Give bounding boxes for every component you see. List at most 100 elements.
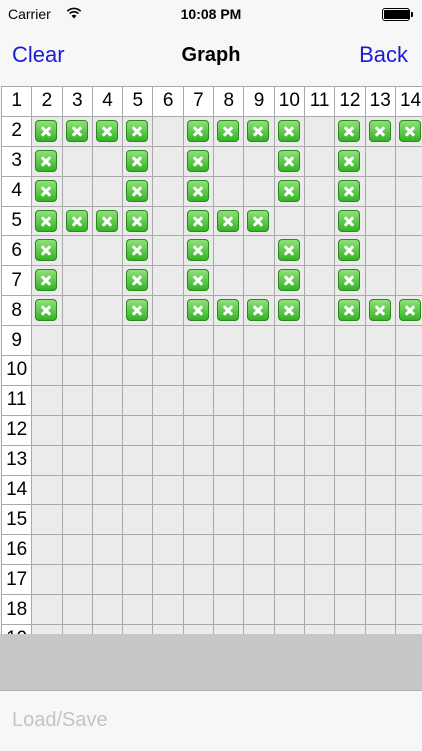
grid-cell[interactable]	[214, 535, 244, 565]
grid-cell[interactable]	[62, 475, 92, 505]
grid-cell[interactable]	[365, 475, 395, 505]
grid-cell[interactable]	[32, 176, 62, 206]
grid-cell[interactable]	[183, 415, 214, 445]
grid-cell[interactable]	[92, 415, 123, 445]
grid-cell[interactable]	[395, 505, 422, 535]
grid-cell[interactable]	[123, 206, 153, 236]
grid-cell[interactable]	[92, 385, 123, 415]
grid-cell[interactable]	[335, 475, 365, 505]
grid-cell[interactable]	[92, 176, 123, 206]
grid-cell[interactable]	[244, 296, 274, 326]
grid-cell[interactable]	[365, 266, 395, 296]
grid-cell[interactable]	[395, 176, 422, 206]
grid-cell[interactable]	[153, 146, 183, 176]
grid-cell[interactable]	[214, 326, 244, 356]
grid-cell[interactable]	[365, 176, 395, 206]
grid-cell[interactable]	[335, 565, 365, 595]
grid-cell[interactable]	[123, 266, 153, 296]
grid-cell[interactable]	[335, 266, 365, 296]
grid-cell[interactable]	[304, 595, 335, 625]
grid-cell[interactable]	[123, 356, 153, 385]
grid-cell[interactable]	[62, 356, 92, 385]
grid-cell[interactable]	[304, 206, 335, 236]
grid-cell[interactable]	[123, 535, 153, 565]
grid-cell[interactable]	[335, 296, 365, 326]
grid-cell[interactable]	[123, 236, 153, 266]
grid-cell[interactable]	[274, 385, 304, 415]
grid-cell[interactable]	[244, 415, 274, 445]
grid-cell[interactable]	[335, 176, 365, 206]
grid-cell[interactable]	[62, 385, 92, 415]
grid-cell[interactable]	[62, 505, 92, 535]
grid-cell[interactable]	[365, 356, 395, 385]
grid-cell[interactable]	[214, 385, 244, 415]
grid-cell[interactable]	[395, 415, 422, 445]
grid-cell[interactable]	[395, 266, 422, 296]
grid-cell[interactable]	[92, 116, 123, 146]
grid-cell[interactable]	[214, 445, 244, 475]
grid-cell[interactable]	[32, 116, 62, 146]
grid-cell[interactable]	[214, 565, 244, 595]
grid-cell[interactable]	[365, 116, 395, 146]
grid-cell[interactable]	[32, 146, 62, 176]
grid-cell[interactable]	[214, 296, 244, 326]
load-save-button[interactable]: Load/Save	[12, 709, 108, 732]
grid-cell[interactable]	[274, 415, 304, 445]
grid-cell[interactable]	[92, 565, 123, 595]
grid-cell[interactable]	[274, 266, 304, 296]
grid-cell[interactable]	[304, 266, 335, 296]
grid-cell[interactable]	[274, 146, 304, 176]
grid-cell[interactable]	[153, 385, 183, 415]
grid-cell[interactable]	[62, 116, 92, 146]
grid-cell[interactable]	[123, 475, 153, 505]
grid-cell[interactable]	[274, 475, 304, 505]
grid-cell[interactable]	[183, 505, 214, 535]
grid-cell[interactable]	[92, 206, 123, 236]
grid-cell[interactable]	[304, 146, 335, 176]
grid-cell[interactable]	[304, 236, 335, 266]
grid-cell[interactable]	[183, 445, 214, 475]
grid-cell[interactable]	[365, 595, 395, 625]
grid-cell[interactable]	[183, 176, 214, 206]
grid-cell[interactable]	[153, 595, 183, 625]
grid-cell[interactable]	[62, 236, 92, 266]
grid-cell[interactable]	[244, 326, 274, 356]
grid-cell[interactable]	[335, 505, 365, 535]
grid-cell[interactable]	[214, 595, 244, 625]
grid-cell[interactable]	[92, 445, 123, 475]
grid-cell[interactable]	[304, 475, 335, 505]
grid-cell[interactable]	[335, 595, 365, 625]
grid-cell[interactable]	[274, 296, 304, 326]
grid-cell[interactable]	[32, 445, 62, 475]
grid-cell[interactable]	[92, 475, 123, 505]
grid-cell[interactable]	[214, 236, 244, 266]
grid-cell[interactable]	[395, 565, 422, 595]
grid-cell[interactable]	[304, 505, 335, 535]
grid-cell[interactable]	[153, 415, 183, 445]
back-button[interactable]: Back	[359, 42, 408, 68]
grid-cell[interactable]	[123, 146, 153, 176]
grid-cell[interactable]	[304, 296, 335, 326]
grid-cell[interactable]	[92, 236, 123, 266]
grid-cell[interactable]	[123, 445, 153, 475]
grid-cell[interactable]	[183, 475, 214, 505]
grid-cell[interactable]	[123, 176, 153, 206]
grid-cell[interactable]	[153, 565, 183, 595]
grid-cell[interactable]	[183, 385, 214, 415]
grid-cell[interactable]	[365, 146, 395, 176]
grid-cell[interactable]	[274, 206, 304, 236]
grid-cell[interactable]	[365, 296, 395, 326]
grid-cell[interactable]	[153, 445, 183, 475]
grid-cell[interactable]	[92, 505, 123, 535]
grid-cell[interactable]	[244, 236, 274, 266]
grid-cell[interactable]	[274, 176, 304, 206]
grid-cell[interactable]	[153, 296, 183, 326]
grid-cell[interactable]	[304, 356, 335, 385]
grid-cell[interactable]	[92, 266, 123, 296]
grid-cell[interactable]	[214, 475, 244, 505]
grid-cell[interactable]	[304, 326, 335, 356]
grid-cell[interactable]	[214, 206, 244, 236]
grid-cell[interactable]	[214, 116, 244, 146]
grid-cell[interactable]	[32, 326, 62, 356]
grid-cell[interactable]	[304, 116, 335, 146]
